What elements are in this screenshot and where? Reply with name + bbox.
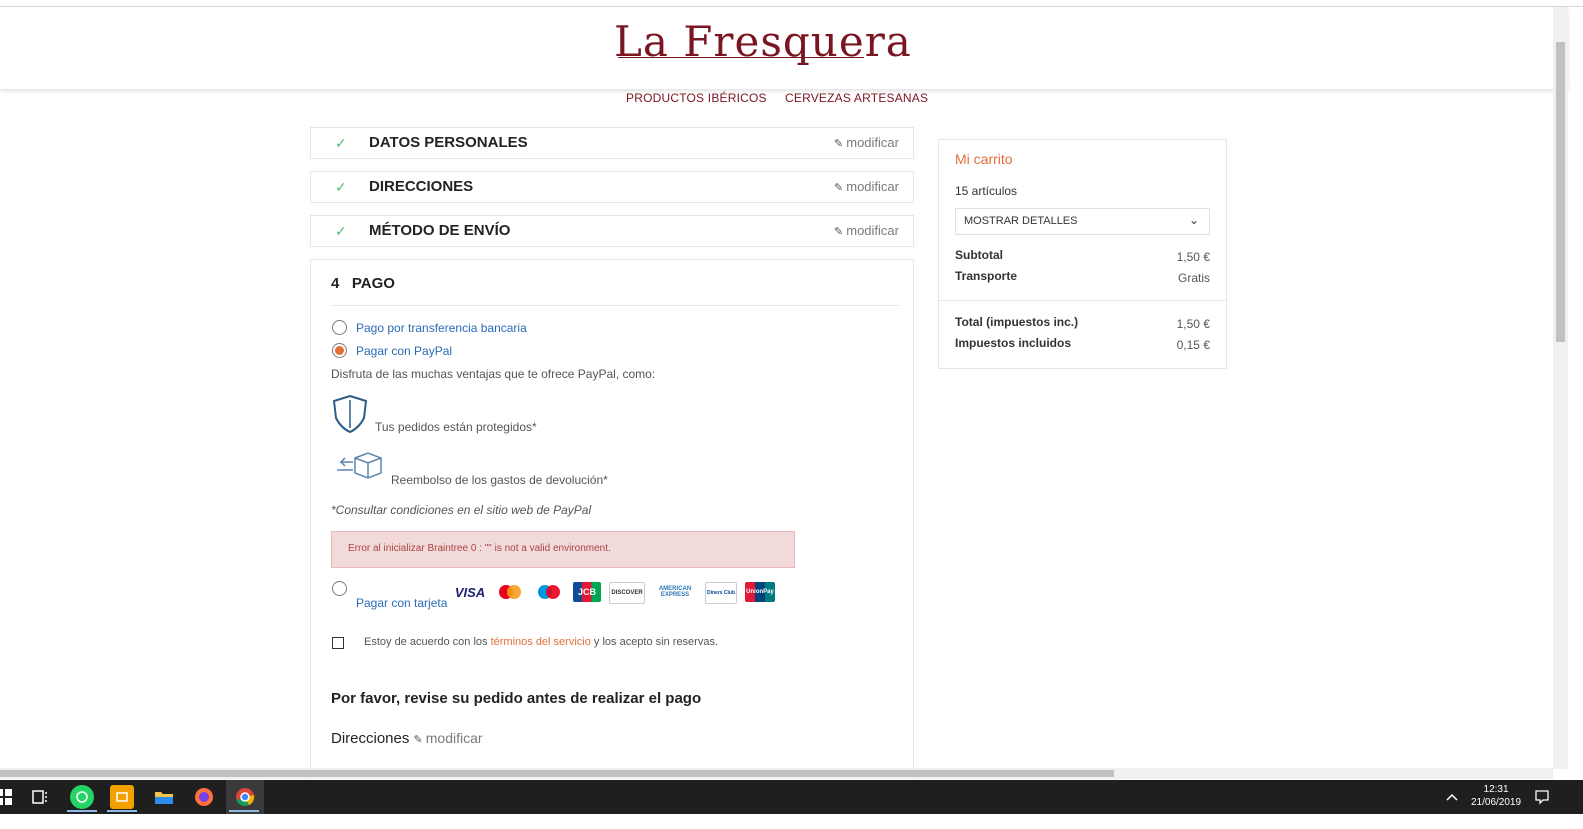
file-explorer-icon[interactable]	[152, 785, 176, 809]
screen-bottom-strip	[0, 814, 1583, 829]
visa-icon: VISA	[454, 584, 486, 600]
mastercard-icon	[495, 582, 525, 602]
discover-icon: DISCOVER	[609, 582, 645, 604]
cart-title: Mi carrito	[955, 151, 1013, 167]
modify-link[interactable]: ✎ modificar	[834, 135, 899, 150]
taskbar-clock[interactable]: 12:31 21/06/2019	[1471, 783, 1521, 809]
paypal-intro: Disfruta de las muchas ventajas que te o…	[331, 367, 656, 381]
subtotal-label: Subtotal	[955, 248, 1003, 262]
paypal-note: *Consultar condiciones en el sitio web d…	[331, 503, 592, 517]
benefit-refund: Reembolso de los gastos de devolución*	[391, 473, 608, 487]
step-datos-personales[interactable]: ✓ DATOS PERSONALES ✎ modificar	[310, 127, 914, 159]
terms-checkbox[interactable]	[332, 637, 344, 649]
radio-card[interactable]	[332, 581, 347, 596]
modify-link[interactable]: ✎ modificar	[834, 179, 899, 194]
taxes-label: Impuestos incluidos	[955, 336, 1072, 350]
whatsapp-active-indicator	[67, 810, 97, 812]
pencil-icon: ✎	[834, 182, 844, 194]
step-title: DIRECCIONES	[369, 178, 474, 195]
maestro-icon	[533, 582, 565, 602]
horizontal-scrollbar-thumb[interactable]	[0, 770, 1114, 777]
radio-paypal[interactable]	[332, 343, 347, 358]
error-alert: Error al inicializar Braintree 0 : "" is…	[331, 531, 795, 568]
windows-taskbar: 12:31 21/06/2019	[0, 780, 1583, 814]
chevron-up-icon[interactable]	[1440, 785, 1464, 809]
pencil-icon: ✎	[413, 734, 423, 746]
task-view-icon[interactable]	[28, 785, 52, 809]
step-title: DATOS PERSONALES	[369, 134, 528, 151]
review-addresses: Direcciones ✎ modificar	[331, 730, 483, 747]
step-direcciones[interactable]: ✓ DIRECCIONES ✎ modificar	[310, 171, 914, 203]
outlook-icon[interactable]	[110, 785, 134, 809]
total-label: Total (impuestos inc.)	[955, 315, 1079, 329]
divider	[939, 300, 1226, 301]
chevron-down-icon: ⌄	[1188, 213, 1199, 227]
nav-item-productos-ibericos[interactable]: PRODUCTOS IBÉRICOS	[626, 91, 767, 105]
pencil-icon: ✎	[834, 226, 844, 238]
shield-icon	[332, 394, 368, 434]
outlook-active-indicator	[107, 810, 137, 812]
payment-title: 4 PAGO	[331, 275, 395, 292]
cart-count: 15 artículos	[955, 184, 1018, 198]
shipping-value: Gratis	[1177, 271, 1210, 285]
step-title: MÉTODO DE ENVÍO	[369, 222, 511, 239]
taxes-value: 0,15 €	[1176, 338, 1210, 352]
start-icon[interactable]	[0, 785, 16, 809]
nav-item-cervezas-artesanas[interactable]: CERVEZAS ARTESANAS	[785, 91, 928, 105]
step-metodo-envio[interactable]: ✓ MÉTODO DE ENVÍO ✎ modificar	[310, 215, 914, 247]
option-card-label[interactable]: Pagar con tarjeta	[356, 596, 447, 610]
return-box-icon	[337, 452, 382, 479]
jcb-icon: JCB	[573, 582, 601, 602]
check-icon: ✓	[335, 179, 347, 195]
terms-text: Estoy de acuerdo con los términos del se…	[364, 636, 719, 648]
error-message: Error al inicializar Braintree 0 : "" is…	[348, 543, 611, 554]
review-heading: Por favor, revise su pedido antes de rea…	[331, 690, 702, 707]
unionpay-icon: UnionPay	[745, 582, 775, 602]
benefit-protected: Tus pedidos están protegidos*	[375, 420, 537, 434]
amex-icon: AMERICAN EXPRESS	[658, 586, 692, 598]
terms-link[interactable]: términos del servicio	[491, 636, 591, 648]
logo-underline	[618, 57, 864, 58]
site-header: La Fresquera	[0, 7, 1568, 89]
vertical-scrollbar-thumb[interactable]	[1556, 42, 1565, 342]
diners-icon: Diners Club	[705, 582, 737, 604]
whatsapp-icon[interactable]	[70, 785, 94, 809]
firefox-icon[interactable]	[192, 785, 216, 809]
total-value: 1,50 €	[1176, 317, 1210, 331]
browser-top-border	[0, 0, 1583, 7]
cart-summary: Mi carrito 15 artículos MOSTRAR DETALLES…	[938, 139, 1227, 369]
card-logos: VISA JCB DISCOVER AMERICAN EXPRESS Diner…	[453, 582, 775, 604]
chrome-active-indicator	[229, 810, 259, 812]
site-logo[interactable]: La Fresquera	[614, 17, 912, 66]
notifications-icon[interactable]	[1530, 785, 1554, 809]
option-transfer-label[interactable]: Pago por transferencia bancaria	[356, 321, 527, 335]
pencil-icon: ✎	[834, 138, 844, 150]
modify-link[interactable]: ✎ modificar	[834, 223, 899, 238]
subtotal-value: 1,50 €	[1176, 250, 1210, 264]
clock-date: 21/06/2019	[1471, 797, 1522, 808]
radio-transfer[interactable]	[332, 320, 347, 335]
chrome-icon[interactable]	[233, 785, 257, 809]
clock-time: 12:31	[1483, 784, 1509, 795]
check-icon: ✓	[335, 135, 347, 151]
payment-section: 4 PAGO Pago por transferencia bancaria P…	[310, 259, 914, 780]
shipping-label: Transporte	[955, 269, 1018, 283]
check-icon: ✓	[335, 223, 347, 239]
review-modify-link[interactable]: ✎ modificar	[414, 730, 483, 746]
option-paypal-label[interactable]: Pagar con PayPal	[356, 344, 452, 358]
divider	[331, 305, 899, 306]
details-dropdown[interactable]: MOSTRAR DETALLES ⌄	[955, 208, 1210, 235]
